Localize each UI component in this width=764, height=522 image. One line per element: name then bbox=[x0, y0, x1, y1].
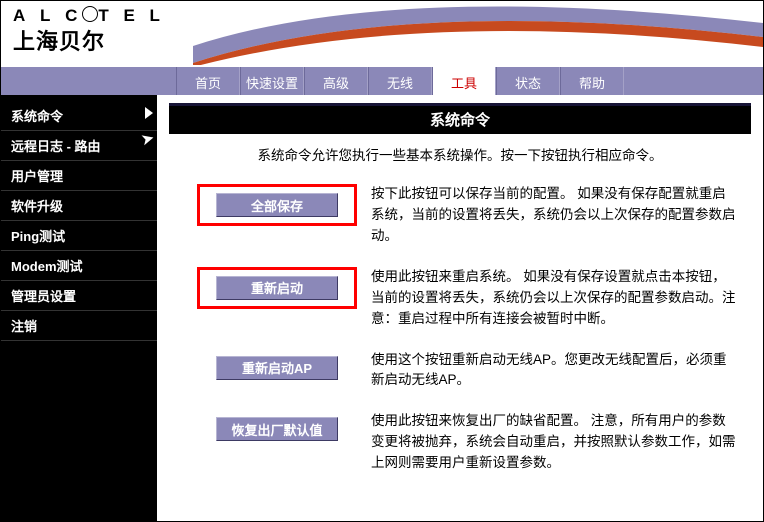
tab-3[interactable]: 无线 bbox=[368, 67, 432, 95]
button-wrap-2: 重新启动AP bbox=[197, 350, 357, 380]
header: A L CT E L 上海贝尔 bbox=[1, 1, 763, 67]
tab-4[interactable]: 工具 bbox=[432, 67, 496, 95]
sidebar: 系统命令远程日志 - 路由用户管理软件升级Ping测试Modem测试管理员设置注… bbox=[1, 95, 157, 521]
sidebar-item-0[interactable]: 系统命令 bbox=[1, 101, 157, 131]
content-area: 系统命令 系统命令允许您执行一些基本系统操作。按一下按钮执行相应命令。 全部保存… bbox=[157, 95, 763, 521]
sidebar-item-3[interactable]: 软件升级 bbox=[1, 191, 157, 221]
command-desc-3: 使用此按钮来恢复出厂的缺省配置。 注意，所有用户的参数变更将被抛弃，系统会自动重… bbox=[357, 411, 745, 474]
tab-0[interactable]: 首页 bbox=[176, 67, 240, 95]
command-row-0: 全部保存按下此按钮可以保存当前的配置。 如果没有保存配置就重启系统，当前的设置将… bbox=[157, 176, 763, 259]
sidebar-item-4[interactable]: Ping测试 bbox=[1, 221, 157, 251]
sidebar-item-7[interactable]: 注销 bbox=[1, 311, 157, 341]
page-subtitle: 系统命令允许您执行一些基本系统操作。按一下按钮执行相应命令。 bbox=[157, 134, 763, 176]
command-button-2[interactable]: 重新启动AP bbox=[216, 356, 338, 380]
command-button-0[interactable]: 全部保存 bbox=[216, 193, 338, 217]
command-button-3[interactable]: 恢复出厂默认值 bbox=[216, 417, 338, 441]
tab-2[interactable]: 高级 bbox=[304, 67, 368, 95]
command-row-2: 重新启动AP 使用这个按钮重新启动无线AP。您更改无线配置后，必须重新启动无线AP… bbox=[157, 342, 763, 404]
brand-top: A L CT E L bbox=[13, 5, 165, 26]
page-title: 系统命令 bbox=[169, 103, 751, 134]
command-row-3: 恢复出厂默认值使用此按钮来恢复出厂的缺省配置。 注意，所有用户的参数变更将被抛弃… bbox=[157, 403, 763, 486]
sidebar-item-1[interactable]: 远程日志 - 路由 bbox=[1, 131, 157, 161]
header-swoosh bbox=[193, 1, 763, 65]
sidebar-item-5[interactable]: Modem测试 bbox=[1, 251, 157, 281]
command-button-1[interactable]: 重新启动 bbox=[216, 276, 338, 300]
brand-logo: A L CT E L 上海贝尔 bbox=[13, 5, 165, 56]
brand-bottom: 上海贝尔 bbox=[13, 24, 165, 56]
command-desc-2: 使用这个按钮重新启动无线AP。您更改无线配置后，必须重新启动无线AP。 bbox=[357, 350, 745, 392]
button-wrap-0: 全部保存 bbox=[197, 184, 357, 226]
tab-6[interactable]: 帮助 bbox=[560, 67, 624, 95]
sidebar-item-6[interactable]: 管理员设置 bbox=[1, 281, 157, 311]
button-wrap-3: 恢复出厂默认值 bbox=[197, 411, 357, 441]
sidebar-item-2[interactable]: 用户管理 bbox=[1, 161, 157, 191]
button-wrap-1: 重新启动 bbox=[197, 267, 357, 309]
command-row-1: 重新启动使用此按钮来重启系统。 如果没有保存设置就点击本按钮，当前的设置将丢失，… bbox=[157, 259, 763, 342]
tab-5[interactable]: 状态 bbox=[496, 67, 560, 95]
command-desc-1: 使用此按钮来重启系统。 如果没有保存设置就点击本按钮，当前的设置将丢失，系统仍会… bbox=[357, 267, 745, 330]
tab-bar: 首页快速设置高级无线工具状态帮助 bbox=[1, 67, 763, 95]
command-desc-0: 按下此按钮可以保存当前的配置。 如果没有保存配置就重启系统，当前的设置将丢失，系… bbox=[357, 184, 745, 247]
tab-1[interactable]: 快速设置 bbox=[240, 67, 304, 95]
